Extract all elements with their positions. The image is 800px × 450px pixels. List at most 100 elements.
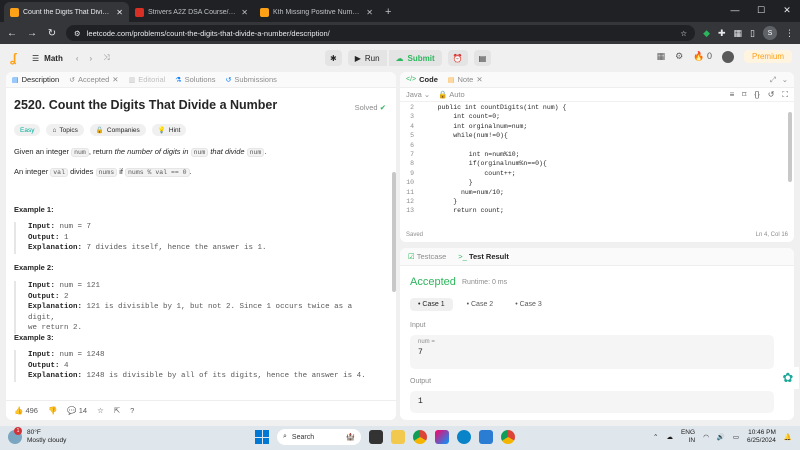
- site-info-icon[interactable]: ⚙: [74, 29, 81, 38]
- windows-start-icon[interactable]: [255, 430, 269, 444]
- favorite-star-icon[interactable]: ☆: [97, 406, 104, 415]
- case-tab[interactable]: • Case 1: [410, 298, 453, 311]
- chevron-up-icon[interactable]: ⌃: [653, 433, 658, 441]
- settings-gear-icon[interactable]: ⚙: [675, 51, 683, 62]
- tab-accepted[interactable]: ↺ Accepted ✕: [69, 75, 118, 84]
- autocomplete-toggle[interactable]: 🔒 Auto: [438, 90, 464, 99]
- case-tab[interactable]: • Case 3: [507, 298, 550, 311]
- prev-problem-icon[interactable]: ‹: [76, 54, 79, 63]
- tab-code[interactable]: </> Code: [406, 75, 438, 84]
- test-panel: ☑ Testcase >_ Test Result Accepted Runti…: [400, 248, 794, 420]
- tab-note[interactable]: ▤ Note ✕: [448, 75, 483, 84]
- extension-icon[interactable]: ✚: [718, 28, 726, 39]
- shuffle-icon[interactable]: ⤨: [103, 53, 109, 63]
- chrome-icon[interactable]: [413, 430, 427, 444]
- reload-icon[interactable]: ↻: [46, 28, 58, 39]
- line-text: num=num/10;: [422, 188, 504, 196]
- tab-testcase[interactable]: ☑ Testcase: [408, 252, 446, 261]
- extensions-puzzle-icon[interactable]: ▦: [734, 28, 743, 39]
- battery-icon[interactable]: ▭: [733, 433, 739, 441]
- file-explorer-icon[interactable]: [391, 430, 405, 444]
- close-tab-icon[interactable]: ✕: [116, 8, 123, 17]
- companies-chip[interactable]: 🔒 Companies: [89, 124, 146, 136]
- code-editor[interactable]: 2 public int countDigits(int num) {3 int…: [400, 103, 794, 216]
- case-tabs: • Case 1 • Case 2 • Case 3: [410, 298, 550, 311]
- close-tab-icon[interactable]: ✕: [241, 8, 248, 17]
- help-icon[interactable]: ?: [130, 406, 134, 415]
- chrome-profile-icon[interactable]: [501, 430, 515, 444]
- premium-button[interactable]: Premium: [743, 50, 792, 63]
- volume-icon[interactable]: 🔊: [717, 433, 725, 441]
- cloud-sync-icon[interactable]: ☁: [666, 433, 673, 441]
- language-indicator[interactable]: ENG IN: [681, 429, 695, 445]
- sidebar-icon[interactable]: ▯: [750, 28, 755, 39]
- reset-icon[interactable]: ↺: [768, 90, 775, 100]
- back-icon[interactable]: ←: [6, 28, 18, 39]
- coins-counter[interactable]: 🔥 0: [693, 51, 712, 62]
- terminal-icon: >_: [458, 252, 467, 261]
- wifi-icon[interactable]: ◠: [703, 433, 709, 441]
- collapse-icon[interactable]: ⌄: [782, 75, 788, 85]
- close-tab-icon[interactable]: ✕: [112, 75, 118, 84]
- difficulty-badge[interactable]: Easy: [14, 124, 41, 136]
- tab-description[interactable]: ▤ Description: [12, 75, 59, 84]
- code-scrollbar[interactable]: [788, 112, 792, 182]
- edge-icon[interactable]: [457, 430, 471, 444]
- browser-tab[interactable]: Kth Missing Positive Number - L ✕: [254, 2, 379, 22]
- like-button[interactable]: 👍 496: [14, 406, 38, 415]
- extension-icon[interactable]: ◆: [703, 28, 710, 39]
- tab-editorial[interactable]: ▥ Editorial: [129, 75, 166, 84]
- case-tab[interactable]: • Case 2: [459, 298, 502, 311]
- close-window-icon[interactable]: ✕: [774, 0, 800, 22]
- description-scrollbar[interactable]: [392, 172, 396, 292]
- debug-button[interactable]: ✱: [325, 50, 342, 66]
- menu-dots-icon[interactable]: ⋮: [785, 28, 794, 39]
- store-icon[interactable]: [479, 430, 493, 444]
- weather-widget[interactable]: 1 80°F Mostly cloudy: [8, 427, 66, 445]
- inline-code: num: [246, 148, 265, 157]
- new-tab-button[interactable]: +: [379, 2, 397, 22]
- browser-tab-active[interactable]: Count the Digits That Divide a Nu ✕: [4, 2, 129, 22]
- minimize-icon[interactable]: —: [722, 0, 748, 22]
- clock[interactable]: 10:46 PM 6/25/2024: [747, 429, 776, 445]
- list-icon[interactable]: ☰: [32, 54, 39, 63]
- next-problem-icon[interactable]: ›: [90, 54, 93, 63]
- bookmark-icon[interactable]: ⌑: [742, 90, 746, 100]
- dislike-button[interactable]: 👎: [48, 406, 57, 415]
- url-field[interactable]: ⚙ leetcode.com/problems/count-the-digits…: [66, 25, 696, 41]
- photos-icon[interactable]: [435, 430, 449, 444]
- leetcode-logo-icon[interactable]: ʆ: [10, 51, 22, 65]
- notes-button[interactable]: ▤: [473, 50, 492, 66]
- assistant-gear-icon[interactable]: ✿: [777, 367, 799, 389]
- grid-icon[interactable]: ▦: [657, 51, 666, 62]
- tab-submissions[interactable]: ↺ Submissions: [225, 75, 276, 84]
- language-select[interactable]: Java ⌄: [406, 90, 430, 99]
- fullscreen-icon[interactable]: ⛶: [782, 90, 788, 100]
- alarm-icon: ⏰: [452, 53, 463, 63]
- submit-button[interactable]: ☁ Submit: [388, 50, 442, 66]
- tab-test-result[interactable]: >_ Test Result: [458, 252, 509, 261]
- comments-button[interactable]: 💬 14: [67, 406, 87, 415]
- maximize-icon[interactable]: ☐: [748, 0, 774, 22]
- problem-list-label[interactable]: Math: [44, 54, 63, 63]
- tab-solutions[interactable]: ⚗ Solutions: [175, 75, 215, 84]
- taskbar-search[interactable]: ⌕ Search 🏰: [277, 429, 361, 445]
- topics-chip[interactable]: ⌂ Topics: [46, 124, 84, 136]
- close-tab-icon[interactable]: ✕: [366, 8, 373, 17]
- hint-chip[interactable]: 💡 Hint: [151, 124, 187, 136]
- timer-button[interactable]: ⏰: [447, 50, 468, 66]
- forward-icon[interactable]: →: [26, 28, 38, 39]
- browser-tab[interactable]: Strivers A2Z DSA Course/Sheet ✕: [129, 2, 254, 22]
- profile-avatar[interactable]: S: [763, 26, 777, 40]
- braces-icon[interactable]: {}: [754, 90, 759, 100]
- notifications-icon[interactable]: 🔔: [784, 433, 792, 441]
- close-tab-icon[interactable]: ✕: [476, 75, 482, 84]
- user-avatar[interactable]: [721, 50, 734, 63]
- share-icon[interactable]: ⇱: [114, 406, 120, 415]
- bookmark-star-icon[interactable]: ☆: [680, 29, 687, 38]
- format-icon[interactable]: ≡: [730, 90, 735, 100]
- run-button[interactable]: ▶ Run: [347, 50, 387, 66]
- line-number: 11: [406, 188, 414, 196]
- expand-icon[interactable]: ⤢: [770, 75, 776, 85]
- task-view-icon[interactable]: [369, 430, 383, 444]
